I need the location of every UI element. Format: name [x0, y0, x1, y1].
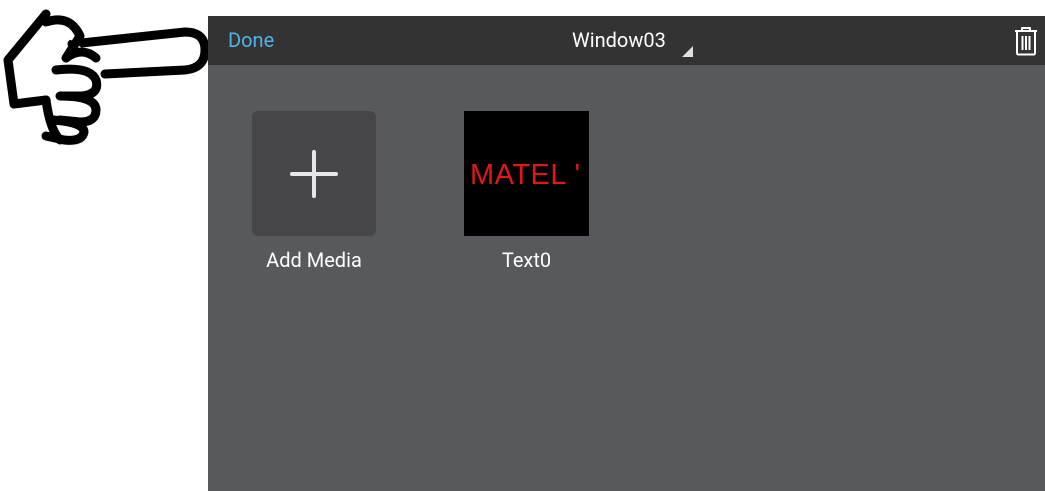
add-media-button[interactable]: [252, 111, 376, 236]
add-media-label: Add Media: [266, 248, 362, 272]
window-selector[interactable]: Window03: [572, 28, 666, 52]
text-preview: MATEL ': [470, 159, 581, 191]
done-button[interactable]: Done: [228, 28, 274, 52]
media-item-label: Text0: [501, 248, 552, 272]
dropdown-caret-icon[interactable]: [682, 46, 693, 57]
top-bar: Done Window03: [208, 16, 1045, 65]
pointing-hand-icon: [3, 9, 210, 145]
plus-icon-vertical: [312, 150, 316, 198]
media-item-text0[interactable]: MATEL ': [464, 111, 589, 236]
media-window-editor: Done Window03 Add Media MATEL ' Text0: [208, 16, 1045, 491]
trash-icon[interactable]: [1014, 26, 1038, 56]
